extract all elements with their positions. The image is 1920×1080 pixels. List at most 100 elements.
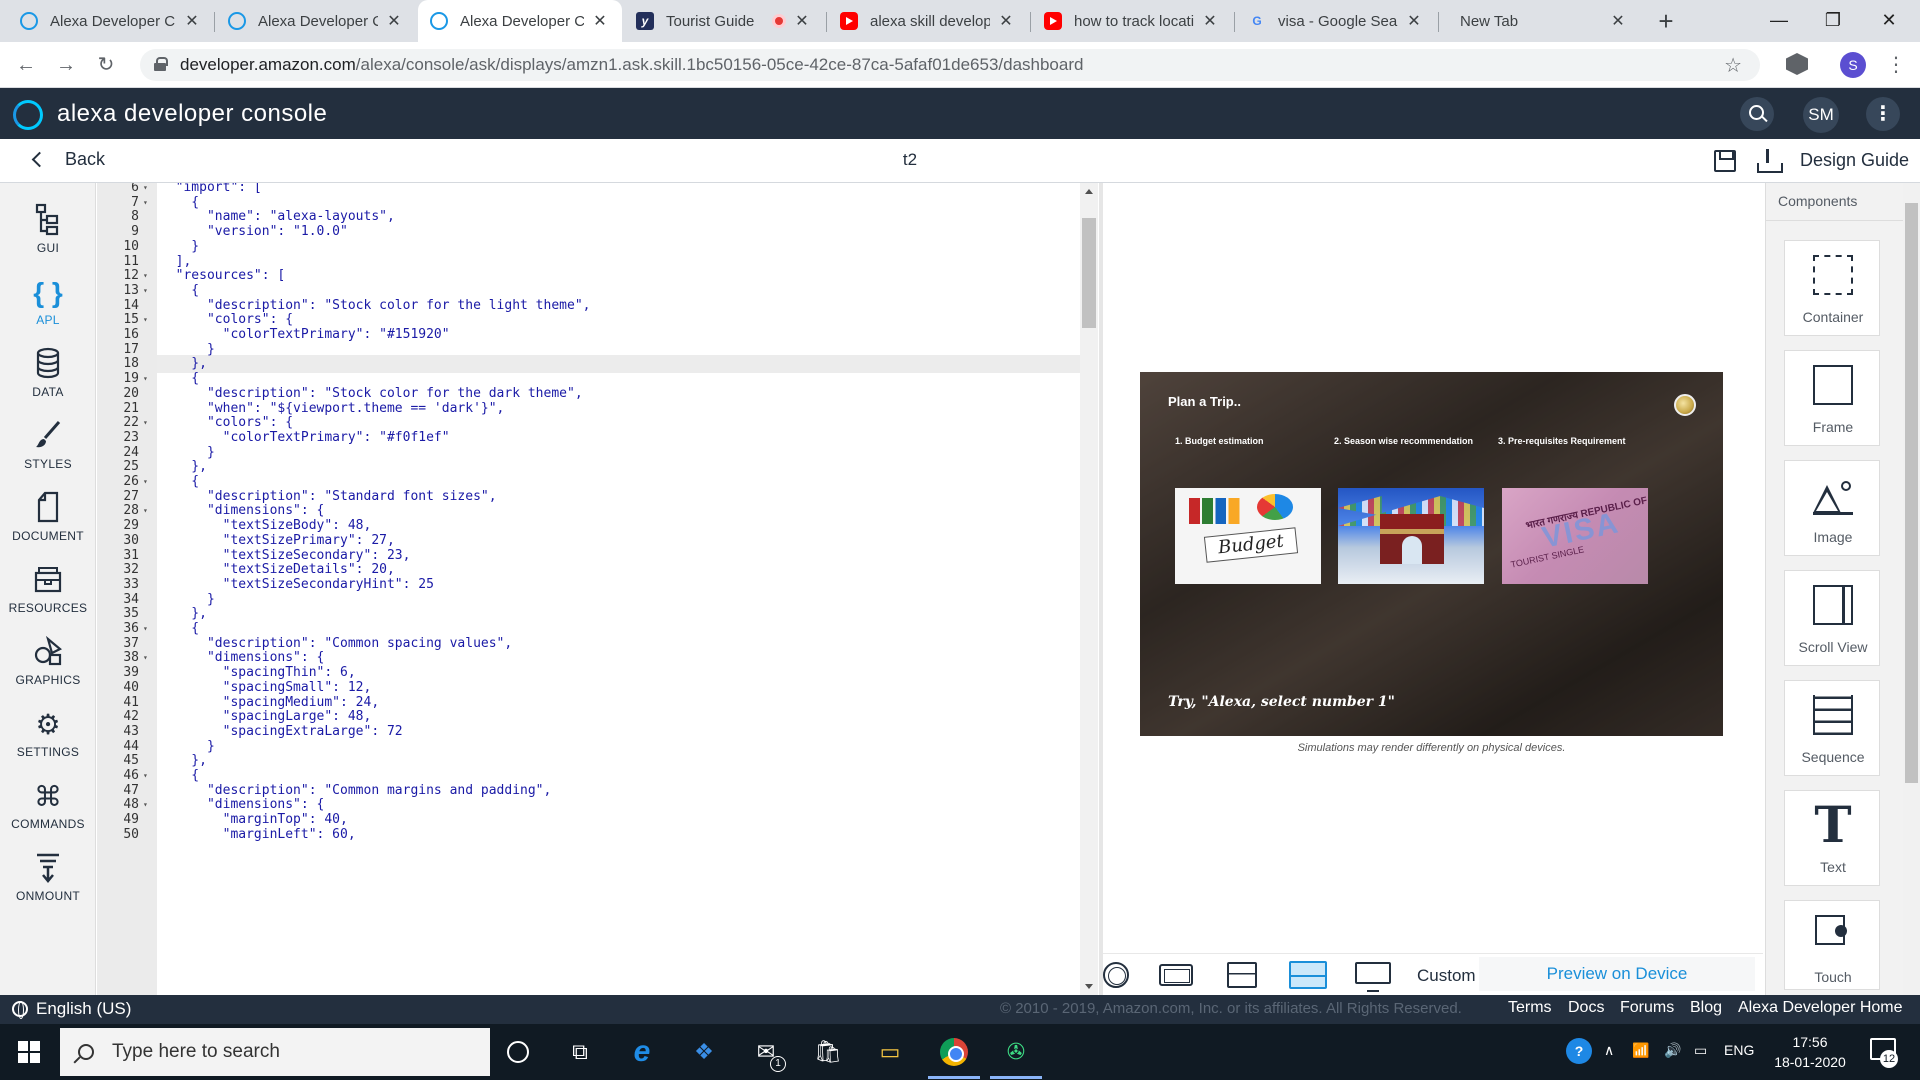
battery-icon[interactable]: ▭ bbox=[1694, 1042, 1707, 1059]
browser-tab[interactable]: New Tab ✕ bbox=[1440, 0, 1640, 42]
console-title[interactable]: alexa developer console bbox=[57, 100, 327, 128]
fold-toggle-icon[interactable]: ▾ bbox=[143, 414, 148, 432]
browser-tab[interactable]: Alexa Developer C ✕ bbox=[216, 0, 416, 42]
footer-link-forums[interactable]: Forums bbox=[1620, 999, 1674, 1017]
browser-tab[interactable]: alexa skill develop ✕ bbox=[828, 0, 1028, 42]
clock[interactable]: 17:56 18-01-2020 bbox=[1770, 1032, 1850, 1072]
android-studio-icon[interactable]: ✇ bbox=[1002, 1038, 1030, 1066]
scrollbar-thumb[interactable] bbox=[1082, 218, 1096, 328]
sidebar-item-commands[interactable]: ⌘ COMMANDS bbox=[0, 779, 96, 849]
fold-toggle-icon[interactable]: ▾ bbox=[143, 473, 148, 491]
maximize-button[interactable]: ❐ bbox=[1810, 0, 1856, 42]
sidebar-item-styles[interactable]: STYLES bbox=[0, 419, 96, 489]
fold-toggle-icon[interactable]: ▾ bbox=[143, 620, 148, 638]
browser-tab-active[interactable]: Alexa Developer C ✕ bbox=[418, 0, 622, 42]
large-hub-icon[interactable] bbox=[1289, 961, 1327, 989]
scrollbar-thumb[interactable] bbox=[1905, 203, 1918, 783]
season-card-image[interactable] bbox=[1338, 488, 1484, 584]
wifi-icon[interactable]: 📶 bbox=[1632, 1042, 1649, 1059]
sidebar-item-onmount[interactable]: ONMOUNT bbox=[0, 851, 96, 921]
windows-start-icon[interactable] bbox=[18, 1041, 40, 1063]
language-selector[interactable]: English (US) bbox=[12, 999, 131, 1019]
footer-link-developer-home[interactable]: Alexa Developer Home bbox=[1738, 999, 1903, 1017]
sidebar-item-gui[interactable]: GUI bbox=[0, 203, 96, 273]
sidebar-item-settings[interactable]: ⚙ SETTINGS bbox=[0, 707, 96, 777]
device-simulator[interactable]: Plan a Trip.. 1. Budget estimation 2. Se… bbox=[1140, 372, 1723, 736]
profile-avatar[interactable]: S bbox=[1840, 52, 1866, 78]
search-icon[interactable] bbox=[1740, 97, 1774, 131]
visa-card-image[interactable]: भारत गणराज्य REPUBLIC OF INDIA VISA TOUR… bbox=[1502, 488, 1648, 584]
fold-toggle-icon[interactable]: ▾ bbox=[143, 370, 148, 388]
volume-icon[interactable]: 🔊 bbox=[1664, 1042, 1681, 1059]
browser-tab[interactable]: Alexa Developer C ✕ bbox=[8, 0, 214, 42]
sidebar-item-resources[interactable]: RESOURCES bbox=[0, 563, 96, 633]
input-language[interactable]: ENG bbox=[1724, 1042, 1754, 1058]
custom-device-button[interactable]: Custom bbox=[1417, 966, 1476, 986]
file-explorer-icon[interactable]: ▭ bbox=[876, 1038, 904, 1066]
taskbar-search[interactable]: Type here to search bbox=[60, 1028, 490, 1076]
footer-link-blog[interactable]: Blog bbox=[1690, 999, 1722, 1017]
scroll-down-icon[interactable] bbox=[1085, 984, 1093, 989]
footer-link-terms[interactable]: Terms bbox=[1508, 999, 1552, 1017]
sidebar-item-apl[interactable]: { } APL bbox=[0, 275, 96, 345]
close-icon[interactable]: ✕ bbox=[996, 11, 1016, 31]
help-icon[interactable]: ? bbox=[1566, 1038, 1592, 1064]
small-hub-icon[interactable] bbox=[1159, 964, 1193, 986]
fold-toggle-icon[interactable]: ▾ bbox=[143, 649, 148, 667]
dropbox-icon[interactable]: ❖ bbox=[690, 1038, 718, 1066]
chevron-up-icon[interactable]: ∧ bbox=[1604, 1042, 1614, 1059]
forward-arrow-icon[interactable]: → bbox=[52, 51, 80, 79]
code-editor[interactable]: 6 ▾ 7 ▾ 8 9 10 11 12 ▾ 13 ▾ 14 15 ▾ 16 17 18 19 ▾ 20 21 22 ▾ 23 2… bbox=[97, 183, 1087, 995]
medium-hub-icon[interactable] bbox=[1227, 962, 1257, 988]
browser-tab[interactable]: y Tourist Guide ✕ bbox=[624, 0, 824, 42]
browser-menu-icon[interactable]: ⋮ bbox=[1886, 52, 1906, 78]
component-image[interactable]: Image bbox=[1784, 460, 1880, 556]
component-sequence[interactable]: Sequence bbox=[1784, 680, 1880, 776]
code-line[interactable]: "marginLeft": 60, bbox=[160, 826, 356, 844]
browser-tab[interactable]: G visa - Google Sear ✕ bbox=[1236, 0, 1436, 42]
store-icon[interactable]: 🛍 bbox=[814, 1038, 842, 1066]
footer-link-docs[interactable]: Docs bbox=[1568, 999, 1604, 1017]
fold-toggle-icon[interactable]: ▾ bbox=[143, 796, 148, 814]
fold-toggle-icon[interactable]: ▾ bbox=[143, 502, 148, 520]
round-device-icon[interactable] bbox=[1103, 962, 1129, 988]
task-view-icon[interactable]: ⧉ bbox=[566, 1038, 594, 1066]
close-icon[interactable]: ✕ bbox=[1608, 11, 1628, 31]
sidebar-item-graphics[interactable]: GRAPHICS bbox=[0, 635, 96, 705]
close-icon[interactable]: ✕ bbox=[1200, 11, 1220, 31]
minimize-button[interactable]: — bbox=[1756, 0, 1802, 42]
close-icon[interactable]: ✕ bbox=[1404, 11, 1424, 31]
download-icon[interactable] bbox=[1757, 149, 1783, 173]
close-icon[interactable]: ✕ bbox=[182, 11, 202, 31]
chrome-icon[interactable] bbox=[940, 1038, 968, 1066]
fold-toggle-icon[interactable]: ▾ bbox=[143, 311, 148, 329]
design-guide-link[interactable]: Design Guide bbox=[1800, 150, 1909, 171]
browser-tab[interactable]: how to track locati ✕ bbox=[1032, 0, 1232, 42]
alexa-logo-icon[interactable] bbox=[13, 100, 43, 130]
editor-scrollbar[interactable] bbox=[1080, 183, 1098, 995]
bookmark-star-icon[interactable]: ☆ bbox=[1724, 53, 1742, 78]
user-avatar[interactable]: SM bbox=[1803, 97, 1839, 133]
edge-icon[interactable]: e bbox=[628, 1037, 656, 1067]
sidebar-item-data[interactable]: DATA bbox=[0, 347, 96, 417]
reload-icon[interactable]: ↻ bbox=[92, 51, 120, 79]
component-container[interactable]: Container bbox=[1784, 240, 1880, 336]
fold-toggle-icon[interactable]: ▾ bbox=[143, 767, 148, 785]
component-scroll-view[interactable]: Scroll View bbox=[1784, 570, 1880, 666]
components-scrollbar[interactable] bbox=[1903, 183, 1920, 995]
component-frame[interactable]: Frame bbox=[1784, 350, 1880, 446]
save-icon[interactable] bbox=[1714, 150, 1736, 172]
new-tab-button[interactable]: + bbox=[1650, 6, 1682, 38]
fold-toggle-icon[interactable]: ▾ bbox=[143, 282, 148, 300]
close-icon[interactable]: ✕ bbox=[792, 11, 812, 31]
back-arrow-icon[interactable]: ← bbox=[12, 51, 40, 79]
close-icon[interactable]: ✕ bbox=[384, 11, 404, 31]
url-field[interactable]: developer.amazon.com/alexa/console/ask/d… bbox=[140, 49, 1760, 81]
cortana-icon[interactable] bbox=[507, 1041, 529, 1063]
preview-on-device-button[interactable]: Preview on Device bbox=[1479, 957, 1755, 991]
fold-toggle-icon[interactable]: ▾ bbox=[143, 194, 148, 212]
window-close-button[interactable]: ✕ bbox=[1866, 0, 1912, 42]
component-text[interactable]: T Text bbox=[1784, 790, 1880, 886]
scroll-up-icon[interactable] bbox=[1085, 189, 1093, 194]
budget-card-image[interactable]: Budget bbox=[1175, 488, 1321, 584]
